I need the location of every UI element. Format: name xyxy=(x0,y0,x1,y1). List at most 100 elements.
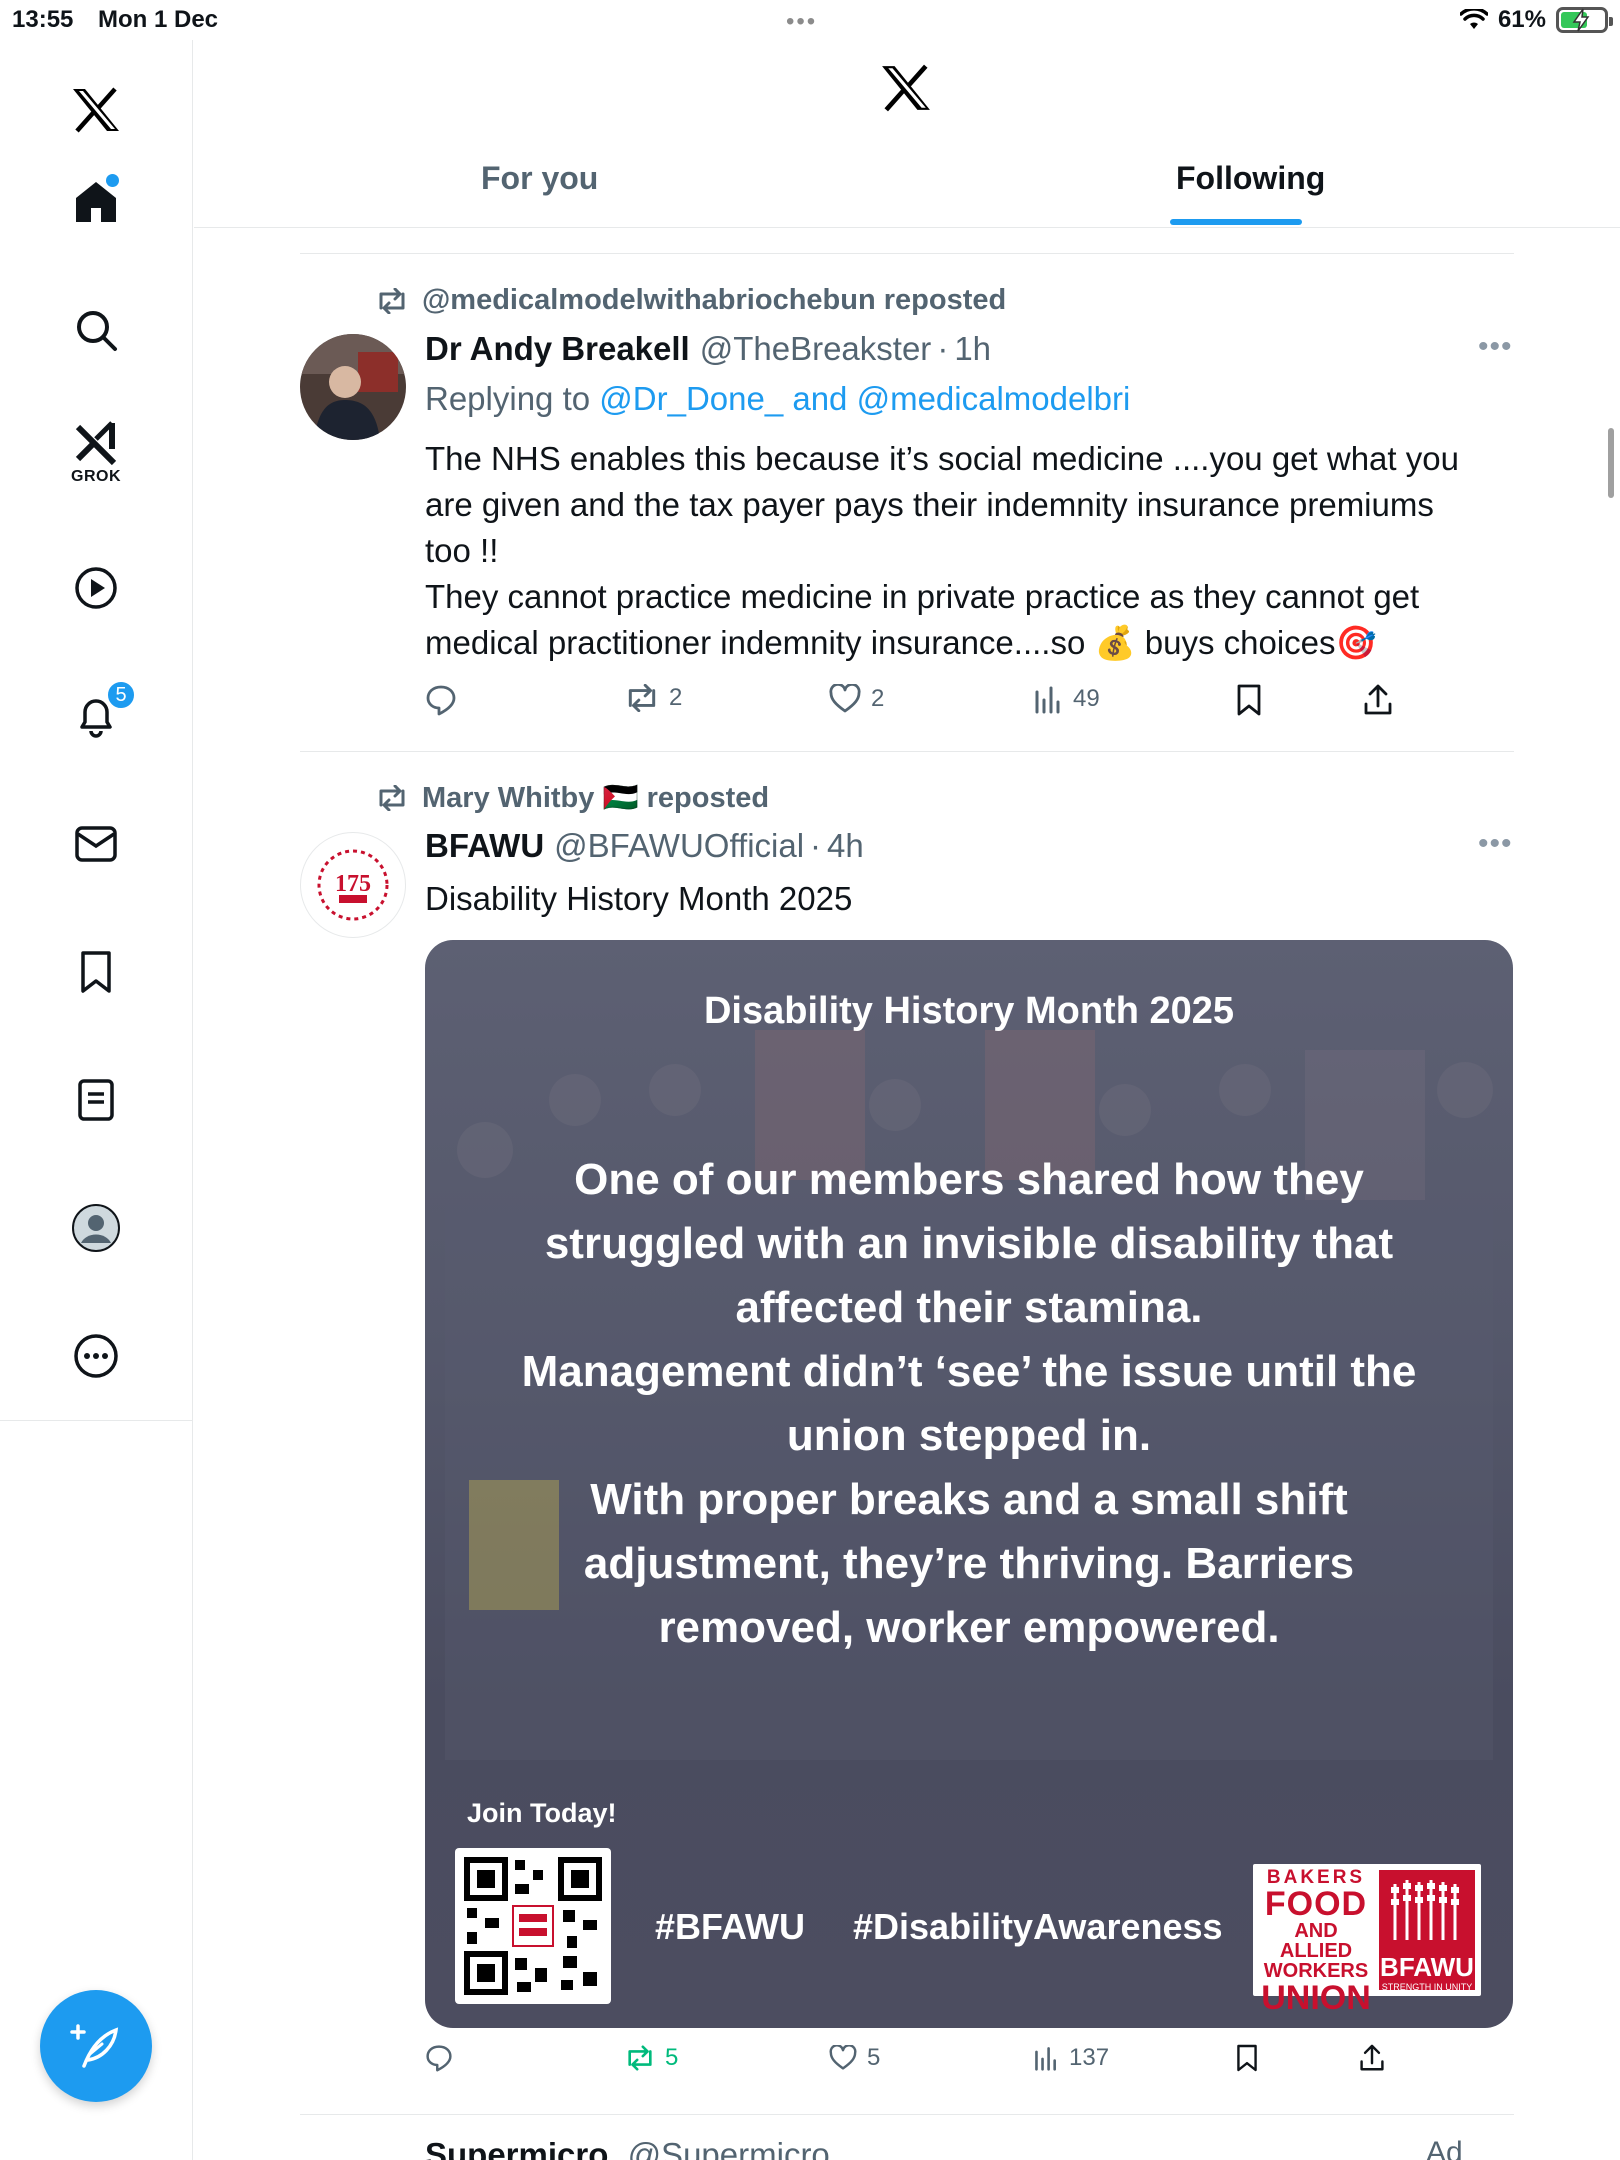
active-tab-indicator xyxy=(1170,219,1302,225)
tweet-time[interactable]: 4h xyxy=(827,827,864,865)
sidebar-item-search[interactable] xyxy=(56,290,136,370)
home-unread-dot xyxy=(106,174,119,187)
document-icon xyxy=(78,1079,114,1121)
media-body-line: union stepped in. xyxy=(786,1411,1152,1460)
sidebar-item-video[interactable] xyxy=(56,548,136,628)
hashtag-bfawu: #BFAWU xyxy=(655,1906,806,1947)
repost-icon xyxy=(379,287,405,314)
repost-indicator: Mary Whitby 🇵🇸 reposted xyxy=(376,781,769,815)
hashtag-disability-awareness: #DisabilityAwareness xyxy=(853,1906,1223,1947)
views-button[interactable]: 137 xyxy=(1033,2044,1109,2072)
tweet-author-row: Supermicro @Supermicro xyxy=(425,2136,830,2160)
grok-label: GROK xyxy=(71,468,121,485)
like-button[interactable]: 5 xyxy=(829,2044,880,2072)
notifications-badge: 5 xyxy=(106,680,136,710)
author-name[interactable]: Dr Andy Breakell xyxy=(425,330,690,368)
tweet-text-line: too !! xyxy=(425,532,499,569)
views-button[interactable]: 49 xyxy=(1033,684,1100,714)
bookmark-button[interactable] xyxy=(1235,684,1263,716)
ad-label: Ad xyxy=(1426,2136,1463,2160)
sidebar-divider xyxy=(0,1420,193,1421)
bfawu-logo-brand: BFAWU xyxy=(1380,1952,1474,1982)
sidebar: GROK 5 xyxy=(0,40,193,2160)
share-icon xyxy=(1360,2044,1384,2071)
reply-button[interactable] xyxy=(425,684,467,716)
heart-icon xyxy=(829,2045,857,2070)
heart-icon xyxy=(829,684,861,713)
tweet-more-icon[interactable]: ••• xyxy=(1478,827,1513,861)
sidebar-item-profile[interactable] xyxy=(56,1188,136,1268)
sidebar-item-more[interactable] xyxy=(56,1316,136,1396)
grok-icon xyxy=(75,421,117,466)
tweet-text: The NHS enables this because it’s social… xyxy=(425,436,1515,666)
compose-post-button[interactable] xyxy=(40,1990,152,2102)
x-logo-icon[interactable] xyxy=(880,64,932,117)
battery-percent: 61% xyxy=(1497,6,1546,33)
bookmark-button[interactable] xyxy=(1235,2044,1259,2072)
charging-bolt-icon xyxy=(1572,8,1590,32)
tweet-text-line: They cannot practice medicine in private… xyxy=(425,578,1420,615)
search-icon xyxy=(77,311,117,351)
author-name[interactable]: Supermicro xyxy=(425,2136,608,2160)
like-count: 5 xyxy=(867,2044,881,2071)
wifi-icon xyxy=(1459,9,1488,29)
tweet-text-line: medical practitioner indemnity insurance… xyxy=(425,624,1377,661)
repost-button[interactable]: 5 xyxy=(625,2044,678,2072)
status-date: Mon 1 Dec xyxy=(98,6,219,33)
avatar[interactable]: 175 xyxy=(300,832,406,938)
battery-icon xyxy=(1556,7,1613,33)
author-handle[interactable]: @Supermicro xyxy=(628,2136,830,2160)
media-body-line: affected their stamina. xyxy=(735,1283,1203,1332)
author-handle[interactable]: @BFAWUOfficial xyxy=(554,827,804,865)
sidebar-item-articles[interactable] xyxy=(56,1060,136,1140)
share-button[interactable] xyxy=(1363,684,1393,716)
like-button[interactable]: 2 xyxy=(829,684,884,714)
bookmark-icon xyxy=(81,951,111,993)
tweet-author-row: BFAWU @BFAWUOfficial · 4h xyxy=(425,827,864,865)
sidebar-item-messages[interactable] xyxy=(56,804,136,884)
feed-divider xyxy=(300,2114,1514,2115)
sidebar-item-bookmarks[interactable] xyxy=(56,932,136,1012)
avatar-icon xyxy=(72,1204,120,1252)
repost-button[interactable]: 2 xyxy=(625,684,682,712)
bfawu-logo-wordmark: BAKERS FOOD AND ALLIED WORKERS UNION xyxy=(1261,1867,1371,2017)
tweet-actions: 5 5 137 xyxy=(425,2044,1515,2084)
status-time: 13:55 xyxy=(12,6,74,33)
reply-mentions[interactable]: @Dr_Done_ and @medicalmodelbri xyxy=(599,380,1130,417)
tweet-more-icon[interactable]: ••• xyxy=(1478,330,1513,364)
repost-icon xyxy=(628,684,656,712)
media-body-line: adjustment, they’re thriving. Barriers xyxy=(583,1539,1355,1588)
tweet-media-image[interactable]: Disability History Month 2025 One of our… xyxy=(425,940,1513,2028)
share-button[interactable] xyxy=(1359,2044,1385,2072)
media-body-line: Management didn’t ‘see’ the issue until … xyxy=(521,1347,1417,1396)
reply-button[interactable] xyxy=(425,2044,463,2072)
separator-dot: · xyxy=(810,827,822,864)
media-title: Disability History Month 2025 xyxy=(703,990,1234,1032)
sidebar-item-grok[interactable]: GROK xyxy=(56,412,136,492)
tweet-text-line: are given and the tax payer pays their i… xyxy=(425,486,1434,523)
author-handle[interactable]: @TheBreakster xyxy=(700,330,932,368)
author-name[interactable]: BFAWU xyxy=(425,827,544,865)
sidebar-item-notifications[interactable]: 5 xyxy=(56,676,136,756)
tweet-text-line: The NHS enables this because it’s social… xyxy=(425,440,1459,477)
repost-count: 5 xyxy=(665,2044,679,2071)
media-body-text: One of our members shared how they strug… xyxy=(465,1148,1473,1660)
multitasking-dots-icon[interactable]: ••• xyxy=(786,8,817,36)
tab-for-you[interactable]: For you xyxy=(481,160,598,197)
bookmark-icon xyxy=(1237,684,1261,716)
media-body-line: removed, worker empowered. xyxy=(658,1603,1280,1652)
media-join-text: Join Today! xyxy=(467,1798,617,1828)
scrollbar[interactable] xyxy=(1608,428,1614,498)
media-body-line: With proper breaks and a small shift xyxy=(590,1475,1348,1524)
sidebar-item-home[interactable] xyxy=(56,162,136,242)
tweet-time[interactable]: 1h xyxy=(954,330,991,368)
feed-divider xyxy=(300,751,1514,752)
avatar[interactable] xyxy=(300,334,406,440)
repost-label: @medicalmodelwithabriochebun reposted xyxy=(422,284,1007,316)
tab-following[interactable]: Following xyxy=(1176,160,1325,197)
reply-icon xyxy=(426,685,456,716)
bfawu-logo-tagline: STRENGTH IN UNITY xyxy=(1381,1982,1473,1992)
x-logo-icon[interactable] xyxy=(56,70,136,150)
view-count: 137 xyxy=(1069,2044,1110,2071)
repost-label: Mary Whitby 🇵🇸 reposted xyxy=(422,782,770,814)
